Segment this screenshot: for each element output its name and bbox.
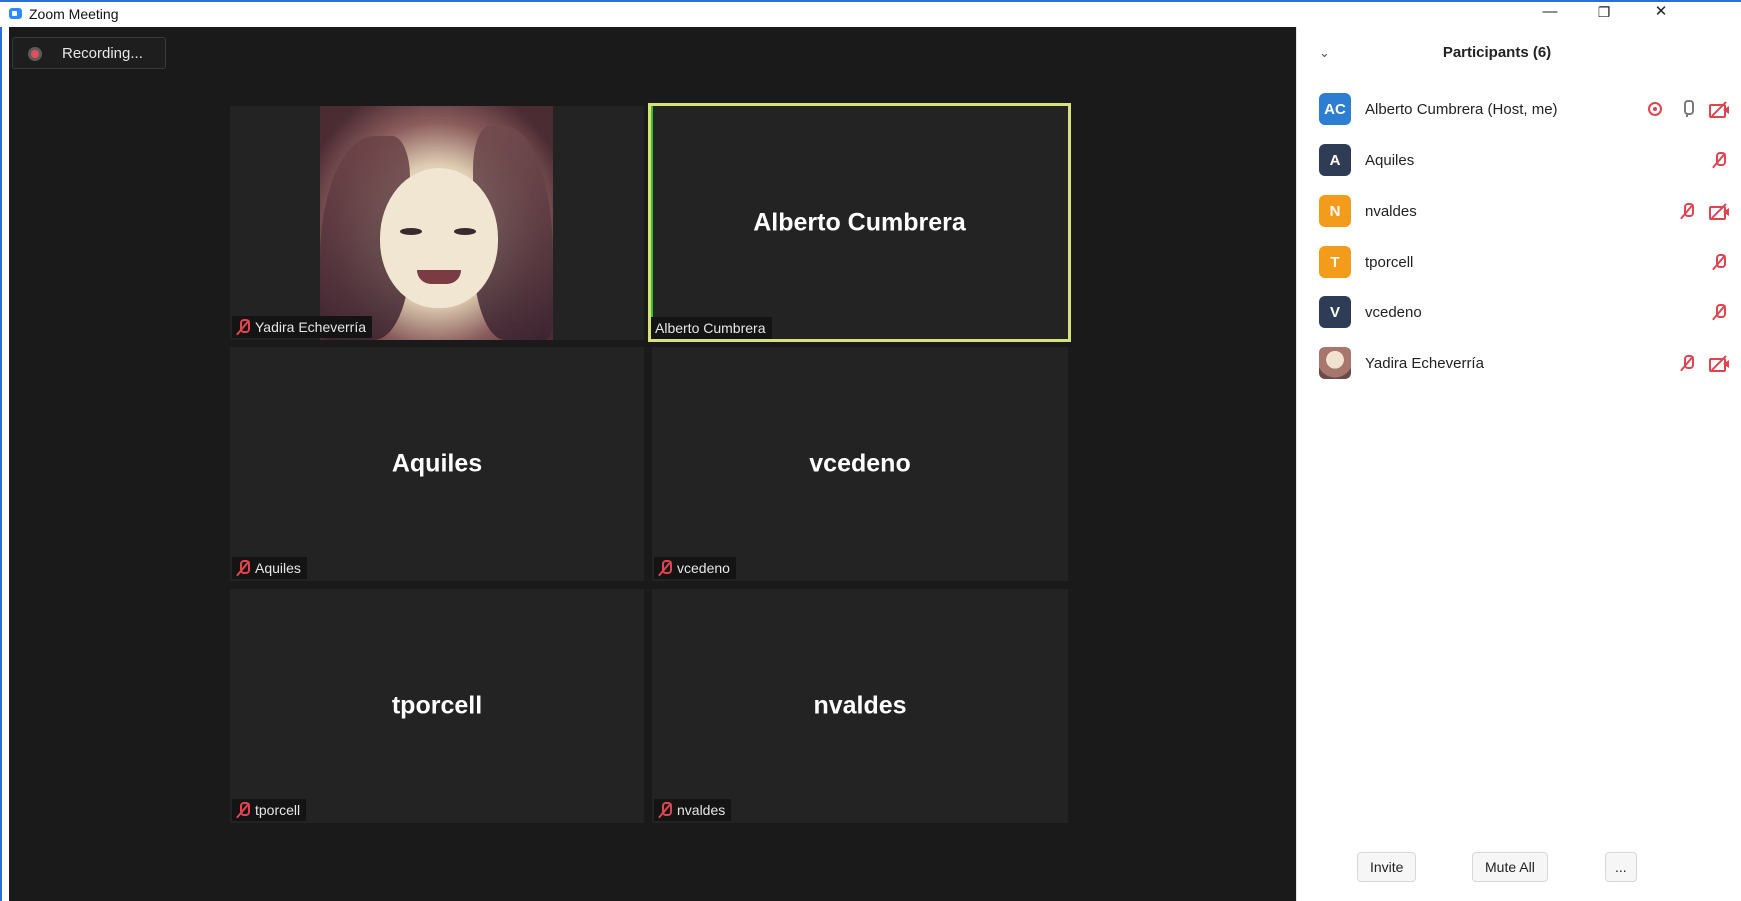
restore-button[interactable]: ❐ <box>1579 2 1629 27</box>
tile-display-name: nvaldes <box>813 691 907 720</box>
participant-row[interactable]: N nvaldes <box>1319 194 1729 228</box>
participant-status-icons <box>1709 143 1729 177</box>
tile-name-label: vcedeno <box>654 557 736 579</box>
minimize-button[interactable]: — <box>1525 2 1575 27</box>
avatar: T <box>1319 246 1351 278</box>
video-tile-alberto[interactable]: Alberto Cumbrera Alberto Cumbrera <box>648 103 1071 342</box>
avatar: AC <box>1319 93 1351 125</box>
participant-status-icons <box>1709 295 1729 329</box>
tile-display-name: Alberto Cumbrera <box>753 208 966 236</box>
participants-title: Participants (6) <box>1442 44 1552 61</box>
mic-muted-icon[interactable] <box>1677 353 1697 373</box>
mic-muted-icon <box>658 560 672 576</box>
mic-muted-icon <box>236 802 250 818</box>
zoom-app-icon <box>9 8 22 19</box>
tile-display-name: tporcell <box>391 691 483 720</box>
recording-indicator[interactable]: Recording... <box>12 37 166 69</box>
invite-button[interactable]: Invite <box>1357 852 1417 882</box>
avatar: V <box>1319 296 1351 328</box>
more-options-button[interactable]: ... <box>1605 852 1637 882</box>
mic-muted-icon[interactable] <box>1709 252 1729 272</box>
participant-row[interactable]: T tporcell <box>1319 245 1729 279</box>
video-off-icon[interactable] <box>1709 353 1729 373</box>
participant-row[interactable]: V vcedeno <box>1319 295 1729 329</box>
video-tile-tporcell[interactable]: tporcell tporcell <box>230 589 644 823</box>
mic-icon[interactable] <box>1677 99 1697 119</box>
face-image <box>380 168 498 308</box>
tile-name-label: tporcell <box>232 799 307 821</box>
participant-name: Alberto Cumbrera (Host, me) <box>1365 100 1558 118</box>
tile-name-label: Alberto Cumbrera <box>651 317 772 339</box>
mic-muted-icon[interactable] <box>1709 302 1729 322</box>
recording-indicator-icon[interactable] <box>1645 99 1665 119</box>
mic-muted-icon[interactable] <box>1709 150 1729 170</box>
video-tile-vcedeno[interactable]: vcedeno vcedeno <box>652 347 1068 581</box>
participants-panel: ⌄ Participants (6) AC Alberto Cumbrera (… <box>1296 27 1741 901</box>
participant-status-icons <box>1677 346 1729 380</box>
participant-name: nvaldes <box>1365 202 1417 220</box>
window-title: Zoom Meeting <box>29 6 119 22</box>
mute-all-button[interactable]: Mute All <box>1472 852 1548 882</box>
avatar-photo <box>1319 347 1351 379</box>
participant-row[interactable]: A Aquiles <box>1319 143 1729 177</box>
tile-display-name: vcedeno <box>809 449 911 478</box>
tile-name-label: Aquiles <box>232 557 307 579</box>
video-tile-nvaldes[interactable]: nvaldes nvaldes <box>652 589 1068 823</box>
participant-name: vcedeno <box>1365 303 1422 321</box>
mic-muted-icon[interactable] <box>1677 201 1697 221</box>
participant-row[interactable]: Yadira Echeverría <box>1319 346 1729 380</box>
avatar: N <box>1319 195 1351 227</box>
recording-label: Recording... <box>62 45 143 62</box>
participant-row[interactable]: AC Alberto Cumbrera (Host, me) <box>1319 92 1729 126</box>
window-titlebar: Zoom Meeting — ❐ ✕ <box>0 0 1741 27</box>
tile-name-label: Yadira Echeverría <box>232 316 373 338</box>
video-off-icon[interactable] <box>1709 201 1729 221</box>
participant-status-icons <box>1645 92 1729 126</box>
tile-display-name: Aquiles <box>391 449 483 478</box>
video-off-icon[interactable] <box>1709 99 1729 119</box>
mic-muted-icon <box>236 560 250 576</box>
participant-video-yadira <box>320 106 553 340</box>
participant-status-icons <box>1709 245 1729 279</box>
window-left-edge <box>0 27 9 901</box>
recording-dot-icon <box>28 47 42 61</box>
close-button[interactable]: ✕ <box>1636 2 1686 27</box>
participant-name: Aquiles <box>1365 151 1415 169</box>
tile-name-label: nvaldes <box>654 799 732 821</box>
video-tile-aquiles[interactable]: Aquiles Aquiles <box>230 347 644 581</box>
video-tile-yadira[interactable]: Yadira Echeverría <box>230 106 644 340</box>
mic-muted-icon <box>658 802 672 818</box>
participant-status-icons <box>1677 194 1729 228</box>
mic-muted-icon <box>236 319 250 335</box>
participant-name: Yadira Echeverría <box>1365 354 1484 372</box>
participant-name: tporcell <box>1365 253 1414 271</box>
video-stage: Recording... Yadira Echeverría Alberto C… <box>9 27 1296 901</box>
avatar: A <box>1319 144 1351 176</box>
